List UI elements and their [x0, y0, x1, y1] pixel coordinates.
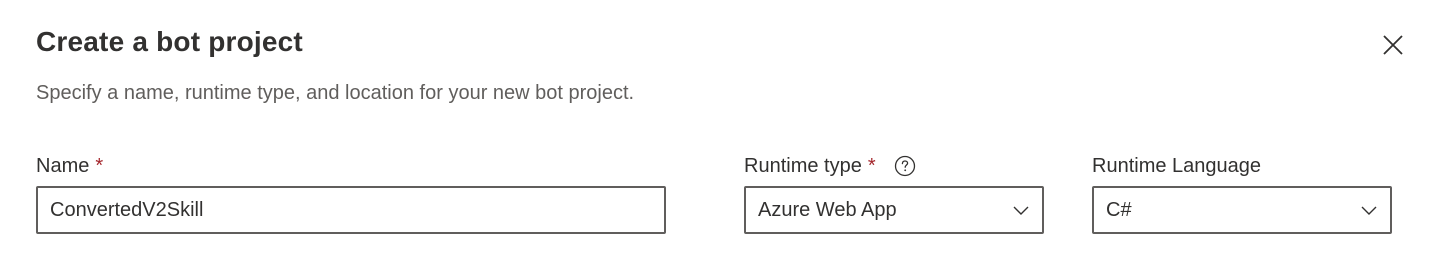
runtime-language-dropdown[interactable]: C# — [1092, 186, 1392, 234]
dialog-subtitle: Specify a name, runtime type, and locati… — [36, 82, 635, 104]
create-bot-project-dialog: Create a bot project Specify a name, run… — [0, 0, 1439, 266]
chevron-down-icon — [1360, 201, 1378, 219]
dialog-title: Create a bot project — [36, 26, 303, 57]
name-required-marker: * — [95, 155, 104, 177]
runtime-language-selected: C# — [1106, 198, 1132, 221]
close-icon — [1383, 35, 1403, 55]
help-circle-icon[interactable] — [894, 155, 916, 177]
name-input[interactable] — [36, 186, 666, 234]
runtime-type-label-group: Runtime type * — [744, 153, 916, 179]
runtime-type-selected: Azure Web App — [758, 198, 897, 221]
chevron-down-icon — [1012, 201, 1030, 219]
runtime-language-label-group: Runtime Language — [1092, 153, 1261, 179]
runtime-type-dropdown[interactable]: Azure Web App — [744, 186, 1044, 234]
runtime-language-label: Runtime Language — [1092, 155, 1262, 177]
close-button[interactable] — [1376, 28, 1410, 62]
runtime-type-required-marker: * — [867, 155, 876, 177]
runtime-type-label: Runtime type — [744, 155, 862, 177]
name-label-group: Name * — [36, 153, 103, 179]
name-label: Name — [36, 155, 90, 177]
